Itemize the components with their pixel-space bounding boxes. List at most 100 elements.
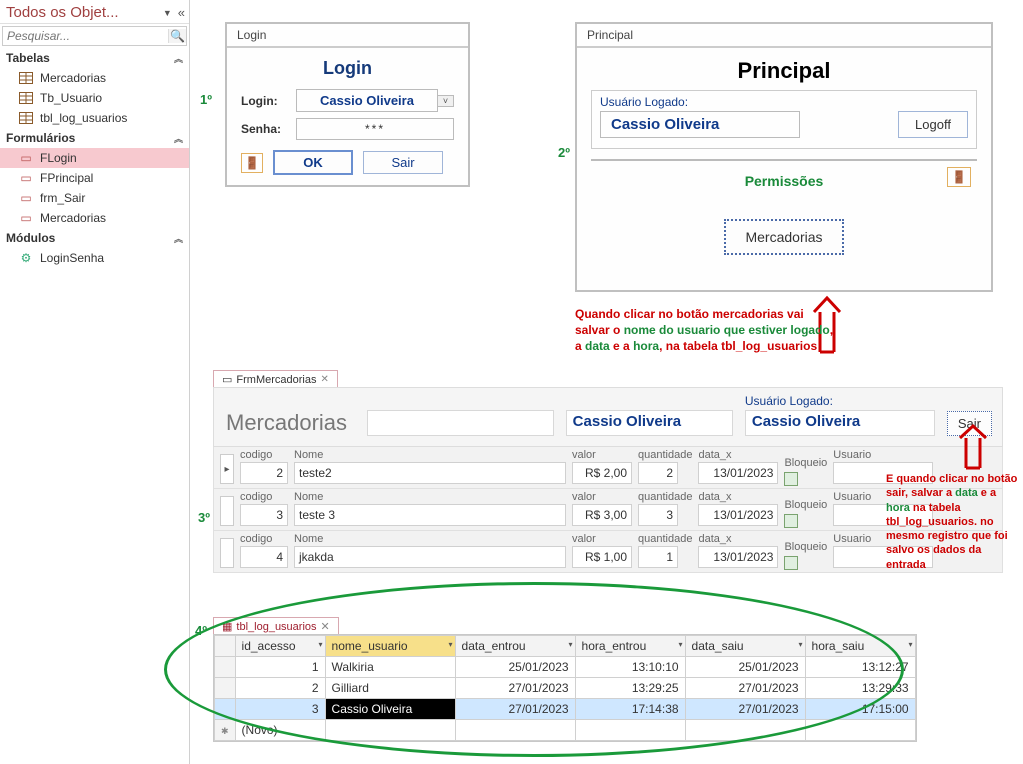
nav-item-flogin[interactable]: ▭ FLogin (0, 148, 189, 168)
quantidade-input[interactable]: 1 (638, 546, 678, 568)
usuario-logado-label: Usuário Logado: (745, 394, 935, 408)
table-row[interactable]: 1 Walkiria 25/01/2023 13:10:10 25/01/202… (215, 657, 916, 678)
senha-input[interactable]: *** (296, 118, 454, 140)
valor-input[interactable]: R$ 2,00 (572, 462, 632, 484)
log-table: id_acesso▾ nome_usuario▾ data_entrou▾ ho… (213, 634, 917, 742)
codigo-input[interactable]: 2 (240, 462, 288, 484)
permissoes-header: Permissões (599, 173, 969, 189)
nav-group-formularios[interactable]: Formulários ︽ (0, 128, 189, 148)
form-icon: ▭ (18, 151, 34, 165)
bloqueio-checkbox[interactable] (784, 472, 798, 486)
bloqueio-checkbox[interactable] (784, 514, 798, 528)
tab-tbl-log-usuarios[interactable]: ▦ tbl_log_usuarios ✕ (213, 617, 339, 635)
step-3-marker: 3º (198, 510, 210, 525)
principal-header: Principal (591, 58, 977, 84)
record-selector[interactable] (220, 496, 234, 526)
login-window: Login Login Login: Cassio Oliveira ˅ Sen… (225, 22, 470, 187)
step-1-marker: 1º (200, 92, 212, 107)
door-exit-icon[interactable]: 🚪 (947, 167, 971, 187)
ok-button[interactable]: OK (273, 150, 353, 175)
mercadorias-button[interactable]: Mercadorias (724, 219, 844, 255)
login-header: Login (241, 58, 454, 79)
usuario-logado-value: Cassio Oliveira (600, 111, 800, 138)
nav-pin-icon[interactable]: « (178, 5, 185, 20)
door-exit-icon[interactable]: 🚪 (241, 153, 263, 173)
nav-item-tb-usuario[interactable]: Tb_Usuario (0, 88, 189, 108)
table-icon (18, 111, 34, 125)
step-2-marker: 2º (558, 145, 570, 160)
nav-item-fprincipal[interactable]: ▭ FPrincipal (0, 168, 189, 188)
new-row[interactable]: (Novo) (215, 720, 916, 741)
col-id-acesso[interactable]: id_acesso▾ (235, 636, 325, 657)
record-row: codigo2 Nometeste2 valorR$ 2,00 quantida… (213, 447, 1003, 489)
selected-cell: Cassio Oliveira (325, 699, 455, 720)
tab-frmmercadorias[interactable]: ▭ FrmMercadorias ✕ (213, 370, 338, 388)
col-data-entrou[interactable]: data_entrou▾ (455, 636, 575, 657)
nav-item-loginsenha[interactable]: ⚙ LoginSenha (0, 248, 189, 268)
codigo-input[interactable]: 4 (240, 546, 288, 568)
col-nome-usuario[interactable]: nome_usuario▾ (325, 636, 455, 657)
login-window-title: Login (227, 24, 468, 48)
mercadorias-search-input[interactable] (367, 410, 554, 436)
module-icon: ⚙ (18, 251, 34, 265)
valor-input[interactable]: R$ 1,00 (572, 546, 632, 568)
nome-input[interactable]: teste 3 (294, 504, 566, 526)
nav-item-mercadorias[interactable]: Mercadorias (0, 68, 189, 88)
nav-item-tbl-log-usuarios[interactable]: tbl_log_usuarios (0, 108, 189, 128)
collapse-icon[interactable]: ︽ (174, 52, 183, 65)
logoff-button[interactable]: Logoff (898, 111, 968, 138)
table-icon (18, 71, 34, 85)
bloqueio-checkbox[interactable] (784, 556, 798, 570)
navigation-pane: Todos os Objet... ▼ « 🔍 Tabelas ︽ Mercad… (0, 0, 190, 764)
login-combo-input[interactable]: Cassio Oliveira (296, 89, 438, 112)
table-row[interactable]: 3 Cassio Oliveira 27/01/2023 17:14:38 27… (215, 699, 916, 720)
col-data-saiu[interactable]: data_saiu▾ (685, 636, 805, 657)
col-hora-entrou[interactable]: hora_entrou▾ (575, 636, 685, 657)
close-icon[interactable]: ✕ (321, 620, 330, 633)
table-row[interactable]: 2 Gilliard 27/01/2023 13:29:25 27/01/202… (215, 678, 916, 699)
nav-item-form-mercadorias[interactable]: ▭ Mercadorias (0, 208, 189, 228)
record-row: codigo4 Nomejkakda valorR$ 1,00 quantida… (213, 531, 1003, 573)
mercadorias-form: Mercadorias Cassio Oliveira Usuário Loga… (213, 387, 1003, 573)
collapse-icon[interactable]: ︽ (174, 232, 183, 245)
usuario-logado-label: Usuário Logado: (600, 95, 800, 109)
nome-input[interactable]: teste2 (294, 462, 566, 484)
table-icon: ▦ (222, 620, 232, 633)
datax-input[interactable]: 13/01/2023 (698, 462, 778, 484)
search-icon[interactable]: 🔍 (168, 29, 186, 43)
close-icon[interactable]: ✕ (320, 374, 328, 385)
login-label: Login: (241, 94, 296, 108)
quantidade-input[interactable]: 3 (638, 504, 678, 526)
principal-window: Principal Principal Usuário Logado: Cass… (575, 22, 993, 292)
nav-title: Todos os Objet... (6, 4, 163, 21)
form-icon: ▭ (18, 171, 34, 185)
table-icon (18, 91, 34, 105)
senha-label: Senha: (241, 122, 296, 136)
nav-search-input[interactable] (3, 27, 168, 45)
select-all[interactable] (215, 636, 236, 657)
nav-item-frm-sair[interactable]: ▭ frm_Sair (0, 188, 189, 208)
col-hora-saiu[interactable]: hora_saiu▾ (805, 636, 915, 657)
nome-input[interactable]: jkakda (294, 546, 566, 568)
nav-dropdown-icon[interactable]: ▼ (163, 8, 172, 18)
datax-input[interactable]: 13/01/2023 (698, 504, 778, 526)
annotation-sair-click: E quando clicar no botão sair, salvar a … (886, 472, 1018, 572)
sair-button[interactable]: Sair (363, 151, 443, 174)
nav-group-tabelas[interactable]: Tabelas ︽ (0, 48, 189, 68)
form-icon: ▭ (18, 191, 34, 205)
record-row: codigo3 Nometeste 3 valorR$ 3,00 quantid… (213, 489, 1003, 531)
record-selector[interactable] (220, 538, 234, 568)
codigo-input[interactable]: 3 (240, 504, 288, 526)
login-combo-dropdown-icon[interactable]: ˅ (438, 95, 454, 107)
nav-group-modulos[interactable]: Módulos ︽ (0, 228, 189, 248)
step-4-marker: 4º (195, 623, 207, 638)
usuario-logado-value: Cassio Oliveira (745, 410, 935, 436)
mercadorias-user-display: Cassio Oliveira (566, 410, 733, 436)
record-selector[interactable] (220, 454, 234, 484)
valor-input[interactable]: R$ 3,00 (572, 504, 632, 526)
datax-input[interactable]: 13/01/2023 (698, 546, 778, 568)
form-icon: ▭ (18, 211, 34, 225)
collapse-icon[interactable]: ︽ (174, 132, 183, 145)
form-icon: ▭ (222, 373, 232, 386)
quantidade-input[interactable]: 2 (638, 462, 678, 484)
